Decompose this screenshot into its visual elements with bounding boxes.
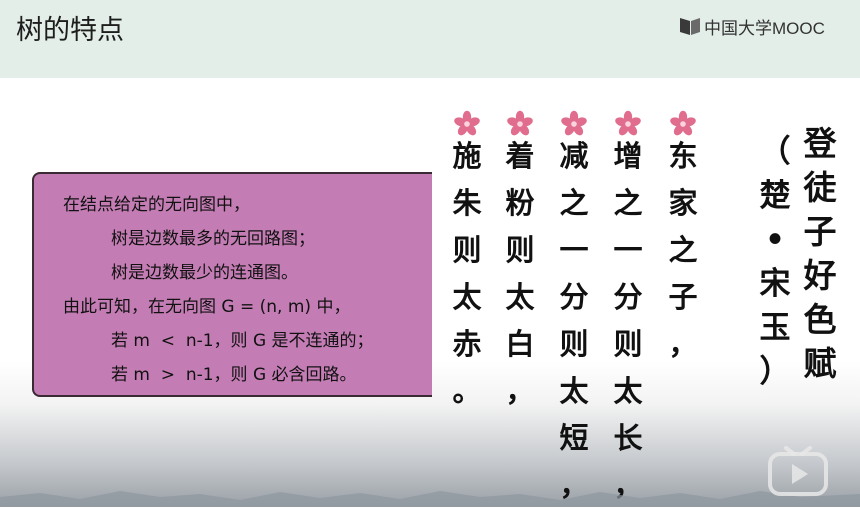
poem-column-5: 施 朱 则 太 赤 。 bbox=[447, 133, 487, 415]
poem-char: 着 bbox=[505, 139, 535, 173]
poem-author-char: （ bbox=[759, 134, 791, 170]
poem-char: 则 bbox=[452, 233, 482, 267]
panel-line-2: 树是边数最多的无回路图； bbox=[111, 229, 315, 249]
poem-author-char: ） bbox=[759, 354, 791, 390]
poem-column-2: 增 之 一 分 则 太 长 ， bbox=[608, 133, 648, 509]
poem-title-char: 好 bbox=[803, 256, 837, 295]
poem-char: 赤 bbox=[452, 327, 482, 361]
mooc-logo: 中国大学MOOC bbox=[678, 14, 825, 38]
poem-column-3: 减 之 一 分 则 太 短 ， bbox=[554, 133, 594, 509]
poem-column-4: 着 粉 则 太 白 ， bbox=[500, 133, 540, 415]
poem-char: 施 bbox=[452, 139, 482, 173]
poem-char: 则 bbox=[613, 327, 643, 361]
poem-char: 子 bbox=[668, 280, 698, 314]
poem-char: 太 bbox=[505, 280, 535, 314]
poem-char: 分 bbox=[559, 280, 589, 314]
poem-char: 短 bbox=[559, 421, 589, 455]
poem-title-char: 徒 bbox=[803, 168, 837, 207]
panel-line-5: 若 m < n-1，则 G 是不连通的； bbox=[111, 331, 374, 351]
poem-char: ， bbox=[505, 374, 535, 408]
poem-char: 减 bbox=[559, 139, 589, 173]
poem-char: 东 bbox=[668, 139, 698, 173]
mooc-logo-icon bbox=[680, 18, 700, 35]
poem-column-1: 东 家 之 子 ， bbox=[663, 133, 703, 368]
poem-char: 粉 bbox=[505, 186, 535, 220]
header-bar: 树的特点 中国大学MOOC bbox=[0, 0, 860, 78]
poem-author: （ 楚 • 宋 玉 ） bbox=[755, 130, 795, 394]
poem-title-char: 子 bbox=[803, 212, 837, 251]
poem-title-char: 登 bbox=[803, 124, 837, 163]
poem-char: 太 bbox=[452, 280, 482, 314]
poem-char: 之 bbox=[613, 186, 643, 220]
panel-line-3: 树是边数最少的连通图。 bbox=[111, 263, 298, 283]
poem-char: 则 bbox=[505, 233, 535, 267]
poem-char: 则 bbox=[559, 327, 589, 361]
poem-char: 分 bbox=[613, 280, 643, 314]
poem-char: 朱 bbox=[452, 186, 482, 220]
poem-char: 长 bbox=[613, 421, 643, 455]
theorem-panel: 在结点给定的无向图中， 树是边数最多的无回路图； 树是边数最少的连通图。 由此可… bbox=[32, 172, 432, 397]
waveform-decoration bbox=[0, 491, 860, 507]
poem-title-char: 赋 bbox=[803, 344, 837, 383]
play-icon[interactable] bbox=[764, 444, 832, 500]
poem-char: 太 bbox=[559, 374, 589, 408]
panel-line-6: 若 m > n-1，则 G 必含回路。 bbox=[111, 365, 357, 385]
panel-line-4: 由此可知，在无向图 G = (n, m) 中， bbox=[63, 297, 351, 317]
poem-char: 家 bbox=[668, 186, 698, 220]
poem-char: 之 bbox=[668, 233, 698, 267]
poem-title: 登 徒 子 好 色 赋 bbox=[799, 122, 841, 386]
poem-char: 太 bbox=[613, 374, 643, 408]
poem-author-char: 楚 bbox=[759, 178, 791, 214]
poem-title-char: 色 bbox=[803, 300, 837, 339]
poem-char: 。 bbox=[452, 374, 482, 408]
mooc-logo-text: 中国大学MOOC bbox=[704, 18, 825, 38]
panel-line-1: 在结点给定的无向图中， bbox=[63, 195, 250, 215]
poem-author-char: • bbox=[765, 222, 785, 258]
poem-char: 一 bbox=[613, 233, 643, 267]
poem-char: 增 bbox=[613, 139, 643, 173]
poem-author-char: 宋 bbox=[759, 266, 791, 302]
page-title: 树的特点 bbox=[16, 15, 124, 46]
poem-char: 之 bbox=[559, 186, 589, 220]
poem-char: 白 bbox=[505, 327, 535, 361]
poem-char: 一 bbox=[559, 233, 589, 267]
poem-author-char: 玉 bbox=[759, 310, 791, 346]
poem-char: ， bbox=[668, 327, 698, 361]
